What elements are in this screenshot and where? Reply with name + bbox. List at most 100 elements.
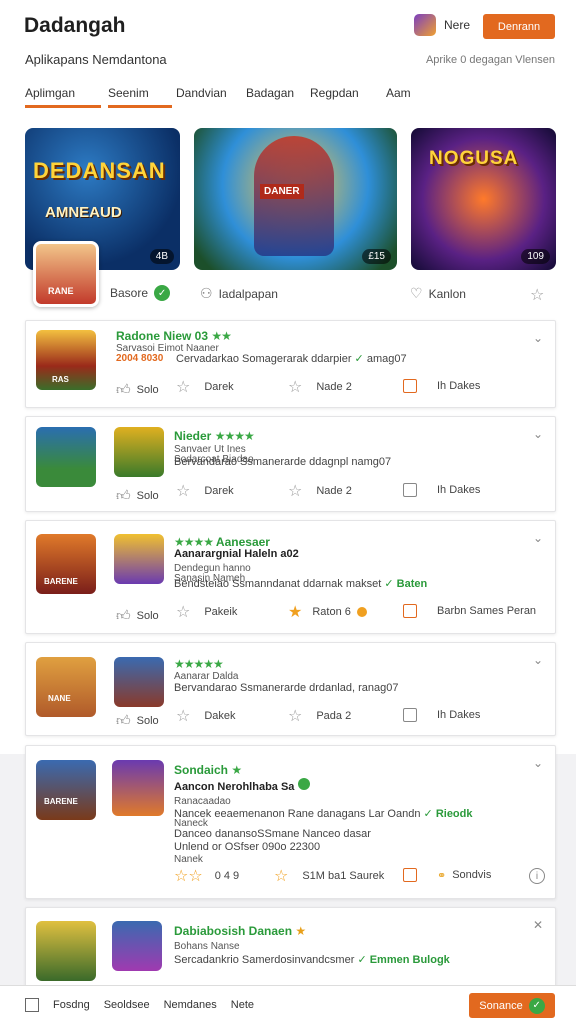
card-description: Bervandarao Ssmanerarde drdanlad, ranag0… <box>174 682 399 694</box>
header-action-button[interactable]: Denrann <box>483 14 555 39</box>
featured-app-icon[interactable]: RANE <box>33 241 99 307</box>
app-thumbnail[interactable] <box>36 427 96 487</box>
check-icon: ✓ <box>528 997 545 1014</box>
list-item[interactable]: BARENE ★★★★ Aanesaer Aanarargnial Haleln… <box>25 520 556 634</box>
card-description: Bendsteiao Ssmanndanat ddarnak makset ✓ … <box>174 578 428 590</box>
footer-item[interactable]: Nemdanes <box>164 999 217 1011</box>
square-icon <box>403 708 417 722</box>
star-icon: ☆ <box>176 708 191 725</box>
check-icon: ✓ <box>154 285 171 301</box>
action-solo[interactable]: 👍︎ Solo <box>116 607 159 624</box>
action-solo[interactable]: 👍︎ Solo <box>116 712 159 729</box>
square-icon <box>403 604 417 618</box>
chevron-down-icon[interactable]: ⌄ <box>533 331 543 345</box>
footer-item[interactable]: Fosdng <box>53 999 90 1011</box>
action-solo[interactable]: 👍︎ Solo <box>116 381 159 398</box>
star-icon: ★ <box>295 924 307 938</box>
chevron-down-icon[interactable]: ⌄ <box>533 756 543 770</box>
featured-banner-3[interactable]: NOGUSA 109 <box>411 128 556 270</box>
action-darek[interactable]: ☆ Darek <box>176 377 234 397</box>
list-item[interactable]: NANE ★★★★★ Aanarar Dalda Bervandarao Ssm… <box>25 642 556 736</box>
action-sondvis[interactable]: ⚭ Sondvis <box>403 868 491 882</box>
list-item[interactable]: Nieder ★★★★ Sanvaer Ut Ines Sodarcoat Bi… <box>25 416 556 512</box>
action-pada[interactable]: ☆ Pada 2 <box>288 706 351 726</box>
thumb-up-icon: 👍︎ <box>116 712 131 728</box>
app-thumbnail-secondary[interactable] <box>114 534 164 584</box>
square-icon <box>403 379 417 393</box>
banner-badge: 109 <box>521 249 550 264</box>
tab-5[interactable]: Regpdan <box>310 86 386 108</box>
app-thumbnail-secondary[interactable] <box>114 427 164 477</box>
card-title: Dabiabosish Danaen ★ <box>174 924 307 938</box>
card-line-2: 2004 8030 <box>116 353 164 364</box>
heart-icon: ♡ <box>410 285 423 301</box>
user-menu[interactable]: Nere <box>413 14 470 36</box>
card-subtitle: Aanarargnial Haleln a02 <box>174 548 299 560</box>
page-subtitle: Aplikapans Nemdantona <box>25 52 167 67</box>
app-thumbnail[interactable]: NANE <box>36 657 96 717</box>
card-title: Radone Niew 03 ★★ <box>116 329 232 343</box>
thumb-up-icon: 👍︎ <box>116 381 131 397</box>
thumb-up-icon: 👍︎ <box>116 487 131 503</box>
tab-2[interactable]: Seenim <box>108 86 172 108</box>
tab-1[interactable]: Aplimgan <box>25 86 101 108</box>
footer-nav: Fosdng Seoldsee Nemdanes Nete <box>25 998 254 1012</box>
featured-basore[interactable]: Basore ✓ <box>110 285 171 301</box>
user-icon: ⚇ <box>200 285 213 301</box>
featured-right[interactable]: ♡ Kanlon <box>410 285 466 302</box>
verified-icon <box>297 778 310 790</box>
tab-6[interactable]: Aam <box>386 86 426 108</box>
app-thumbnail[interactable]: RAS <box>36 330 96 390</box>
app-thumbnail[interactable]: BARENE <box>36 534 96 594</box>
tab-3[interactable]: Dandvian <box>176 86 246 108</box>
action-dakes[interactable]: Ih Dakes <box>403 708 480 722</box>
action-dakek[interactable]: ☆ Dakek <box>176 706 236 726</box>
featured-middle[interactable]: ⚇ Iadalpapan <box>200 285 278 302</box>
chevron-down-icon[interactable]: ⌄ <box>533 427 543 441</box>
app-thumbnail-secondary[interactable] <box>112 921 162 971</box>
list-item[interactable]: RAS Radone Niew 03 ★★ Sarvasoi Eimot Naa… <box>25 320 556 408</box>
footer-item[interactable]: Nete <box>231 999 254 1011</box>
action-nade[interactable]: ☆ Nade 2 <box>288 377 352 397</box>
avatar[interactable] <box>413 14 436 36</box>
banner-badge: 4B <box>149 249 174 264</box>
document-icon[interactable] <box>25 998 39 1012</box>
chevron-down-icon[interactable]: ⌄ <box>533 653 543 667</box>
favorite-star-icon[interactable]: ☆ <box>530 285 544 305</box>
app-thumbnail-secondary[interactable] <box>114 657 164 707</box>
app-thumbnail[interactable] <box>36 921 96 981</box>
middle-label: Iadalpapan <box>218 286 278 301</box>
tab-4[interactable]: Badagan <box>246 86 310 108</box>
action-nade[interactable]: ☆ Nade 2 <box>288 481 352 501</box>
card-description: Sercadankrio Samerdosinvandcsmer ✓ Emmen… <box>174 954 450 966</box>
link-icon: ⚭ <box>437 869 447 882</box>
rating-stars: ★★★★ <box>214 429 255 443</box>
action-saurek[interactable]: ☆ S1M ba1 Saurek <box>274 866 384 886</box>
card-title: Nieder ★★★★ <box>174 429 255 443</box>
action-darek[interactable]: ☆ Darek <box>176 481 234 501</box>
action-pakeik[interactable]: ☆ Pakeik <box>176 602 237 622</box>
app-thumbnail[interactable]: BARENE <box>36 760 96 820</box>
list-item[interactable]: BARENE Sondaich ★ Aancon Nerohlhaba Sa R… <box>25 745 556 899</box>
app-thumbnail-secondary[interactable] <box>112 760 164 816</box>
action-barbn[interactable]: Barbn Sames Peran <box>403 604 536 618</box>
action-dakes[interactable]: Ih Dakes <box>403 379 480 393</box>
card-line-1: Bohans Nanse <box>174 941 240 952</box>
banner-badge: £15 <box>362 249 391 264</box>
list-item[interactable]: Dabiabosish Danaen ★ Bohans Nanse Sercad… <box>25 907 556 989</box>
rating-stars: ★★★★ <box>174 535 214 549</box>
close-icon[interactable]: ✕ <box>533 918 543 932</box>
action-raton[interactable]: ★ Raton 6 <box>288 602 367 622</box>
card-title: ★★★★★ <box>174 657 224 671</box>
chevron-down-icon[interactable]: ⌄ <box>533 531 543 545</box>
footer-item[interactable]: Seoldsee <box>104 999 150 1011</box>
thumb-label: RAS <box>52 375 69 384</box>
featured-banner-2[interactable]: DANER £15 <box>194 128 397 270</box>
footer-action-button[interactable]: Sonance ✓ <box>469 993 555 1018</box>
rating-stars: ★★★★★ <box>174 657 224 671</box>
hero-label: DANER <box>260 184 304 199</box>
action-solo[interactable]: 👍︎ Solo <box>116 487 159 504</box>
action-dakes[interactable]: Ih Dakes <box>403 483 480 497</box>
right-label: Kanlon <box>428 286 466 301</box>
info-icon[interactable]: i <box>529 868 545 884</box>
